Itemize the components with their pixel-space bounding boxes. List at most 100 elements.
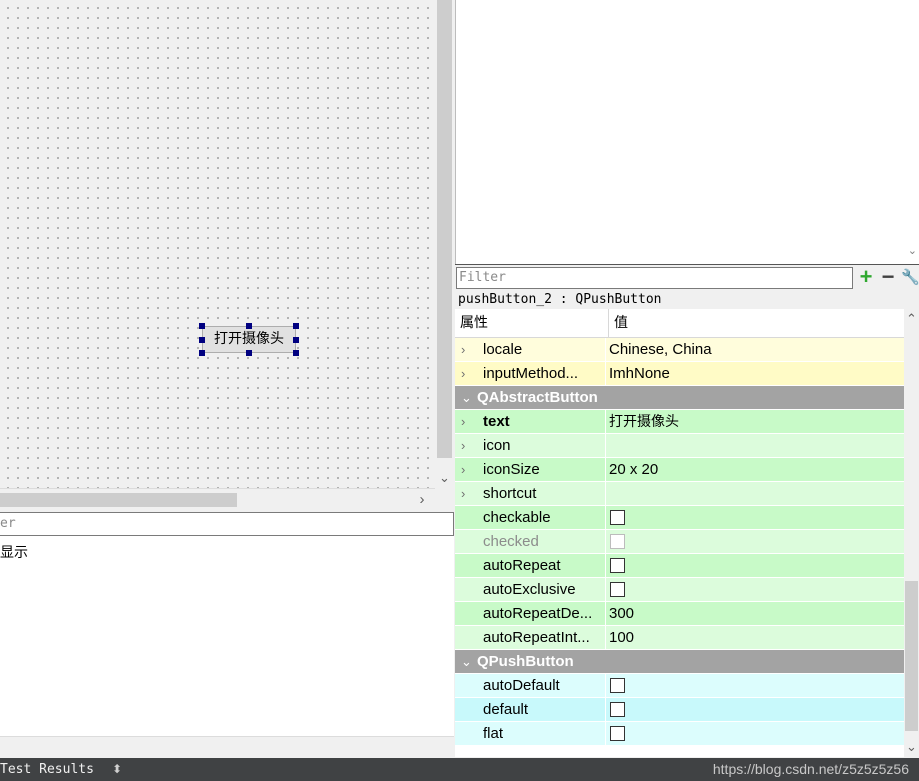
property-name: iconSize [483,461,540,478]
chevron-up-icon[interactable]: ⌃ [904,311,919,327]
property-row-flat[interactable]: flat [455,722,904,746]
property-row-checked[interactable]: checked [455,530,904,554]
default-checkbox[interactable] [610,702,625,717]
selection-handle[interactable] [293,337,299,343]
property-name: autoRepeat [483,557,561,574]
chevron-right-icon[interactable]: › [461,338,475,362]
property-row-default[interactable]: default [455,698,904,722]
property-name: checked [483,533,539,550]
watermark-text: https://blog.csdn.net/z5z5z5z56 [712,761,909,777]
property-row-checkable[interactable]: checkable [455,506,904,530]
status-bar: Test Results ⬍ https://blog.csdn.net/z5z… [0,758,919,781]
flat-checkbox[interactable] [610,726,625,741]
property-name: locale [483,341,523,358]
property-name: autoRepeatDe... [483,605,593,622]
checkable-checkbox[interactable] [610,510,625,525]
property-value [605,722,904,746]
auto-repeat-checkbox[interactable] [610,558,625,573]
chevron-down-icon[interactable]: ⌄ [461,386,475,410]
auto-exclusive-checkbox[interactable] [610,582,625,597]
group-name: QPushButton [477,653,574,670]
property-row-auto-repeat-delay[interactable]: autoRepeatDe... 300 [455,602,904,626]
property-value[interactable]: ImhNone [605,362,904,386]
form-canvas[interactable]: 打开摄像头 [0,0,435,488]
group-header-qpushbutton[interactable]: ⌄ QPushButton [455,650,904,674]
property-value[interactable]: 20 x 20 [605,458,904,482]
property-row-input-method-hints[interactable]: › inputMethod... ImhNone [455,362,904,386]
chevron-right-icon[interactable]: › [461,482,475,506]
selection-handle[interactable] [199,323,205,329]
property-row-auto-exclusive[interactable]: autoExclusive [455,578,904,602]
property-value[interactable]: 300 [605,602,904,626]
property-name: text [483,413,510,430]
property-name: inputMethod... [483,365,579,382]
minus-icon[interactable]: − [878,266,898,289]
output-filter-input[interactable]: er [0,512,454,536]
selection-handle[interactable] [199,337,205,343]
property-filter-bar: Filter + − 🔧 [455,264,919,290]
chevron-down-icon[interactable]: ⌄ [435,468,454,488]
selection-handle[interactable] [246,323,252,329]
property-value[interactable]: 100 [605,626,904,650]
chevron-down-icon[interactable]: ⌄ [904,739,919,755]
chevron-right-icon[interactable]: › [461,458,475,482]
canvas-horizontal-scrollbar[interactable]: › [0,488,435,510]
object-inspector[interactable]: ⌄ [455,0,919,264]
property-name: default [483,701,529,718]
property-value [605,506,904,530]
canvas-vertical-scrollbar[interactable]: ⌄ [435,0,454,488]
property-value [605,554,904,578]
property-row-locale[interactable]: › locale Chinese, China [455,338,904,362]
property-value[interactable] [605,434,904,458]
auto-default-checkbox[interactable] [610,678,625,693]
property-row-auto-repeat-interval[interactable]: autoRepeatInt... 100 [455,626,904,650]
property-value[interactable]: 打开摄像头 [605,410,904,434]
property-row-icon[interactable]: › icon [455,434,904,458]
wrench-icon[interactable]: 🔧 [901,267,919,289]
property-value [605,674,904,698]
selected-object-label: pushButton_2 : QPushButton [455,290,919,309]
property-value [605,530,904,554]
property-name: autoRepeatInt... [483,629,590,646]
chevron-down-icon[interactable]: ⌄ [908,244,917,257]
property-value[interactable] [605,482,904,506]
property-row-auto-repeat[interactable]: autoRepeat [455,554,904,578]
property-name: autoDefault [483,677,560,694]
property-value [605,578,904,602]
scrollbar-thumb[interactable] [0,493,237,507]
property-name: checkable [483,509,551,526]
plus-icon[interactable]: + [856,266,876,289]
camera-push-button[interactable]: 打开摄像头 [202,326,296,353]
chevron-right-icon[interactable]: › [461,434,475,458]
property-table-scrollbar[interactable]: ⌃ ⌄ [904,309,919,757]
output-pane-footer [0,736,454,758]
up-down-arrows-icon[interactable]: ⬍ [112,758,122,781]
selection-handle[interactable] [246,350,252,356]
value-column-header: 值 [608,309,628,338]
chevron-right-icon[interactable]: › [461,410,475,434]
property-name: flat [483,725,504,742]
property-row-icon-size[interactable]: › iconSize 20 x 20 [455,458,904,482]
chevron-right-icon[interactable]: › [412,489,432,511]
scrollbar-thumb[interactable] [437,0,452,458]
property-filter-input[interactable]: Filter [456,267,853,289]
property-row-auto-default[interactable]: autoDefault [455,674,904,698]
test-results-tab[interactable]: Test Results [0,758,94,781]
group-header-qabstractbutton[interactable]: ⌄ QAbstractButton [455,386,904,410]
chevron-right-icon[interactable]: › [461,362,475,386]
chevron-down-icon[interactable]: ⌄ [461,650,475,674]
property-column-header: 属性 [460,315,488,331]
property-row-shortcut[interactable]: › shortcut [455,482,904,506]
property-row-text[interactable]: › text 打开摄像头 [455,410,904,434]
selection-handle[interactable] [293,350,299,356]
property-value[interactable]: Chinese, China [605,338,904,362]
scrollbar-thumb[interactable] [905,581,918,731]
property-table[interactable]: 属性 值 › locale Chinese, China › inputMeth… [455,309,904,757]
property-name: icon [483,437,511,454]
output-pane: 显示 [0,536,454,736]
property-table-header: 属性 值 [455,309,904,338]
property-value [605,698,904,722]
selection-handle[interactable] [199,350,205,356]
output-text: 显示 [0,545,28,561]
selection-handle[interactable] [293,323,299,329]
